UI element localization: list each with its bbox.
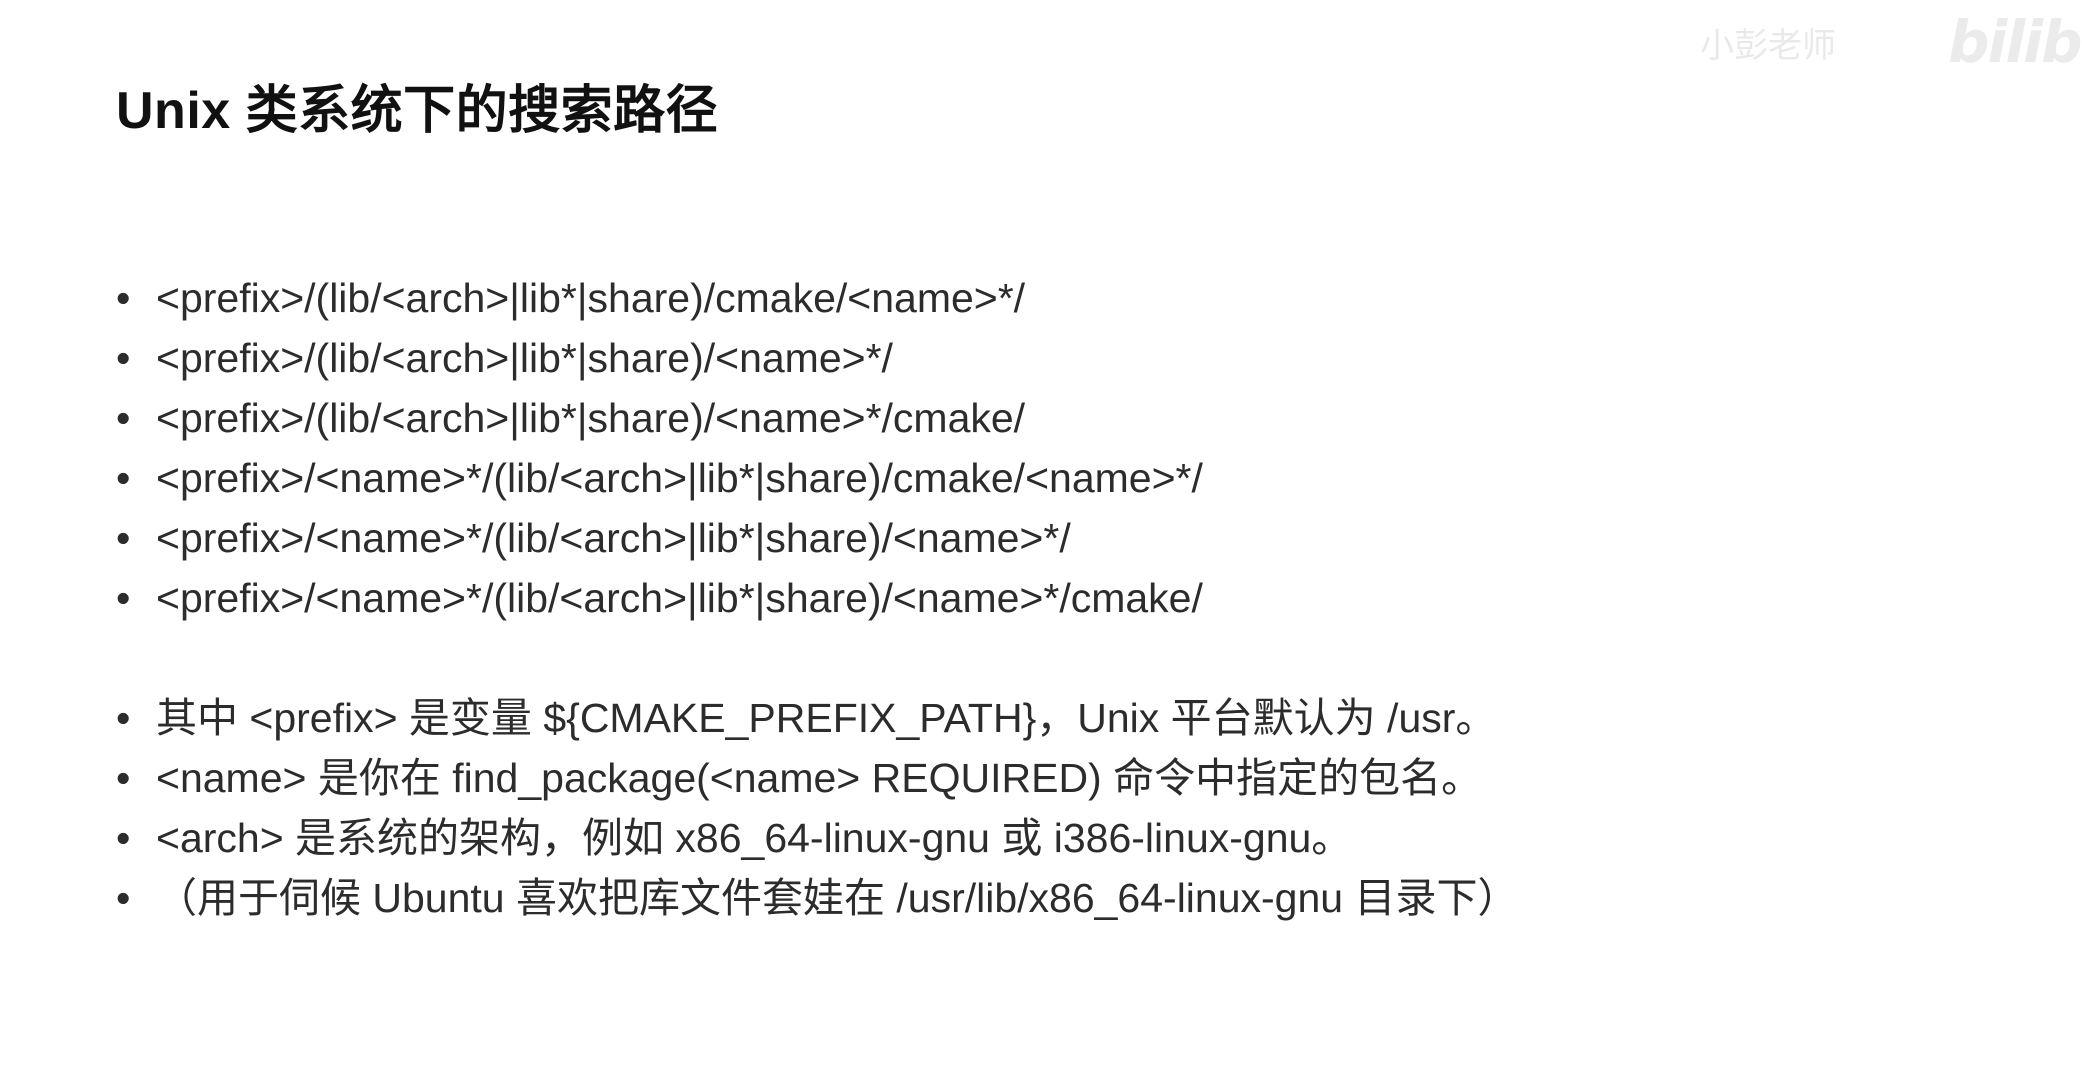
list-item: • <prefix>/<name>*/(lib/<arch>|lib*|share… [116,508,1203,568]
bilibili-logo-icon: bilibili [1948,8,2082,76]
list-item: • <prefix>/<name>*/(lib/<arch>|lib*|share… [116,568,1203,628]
bullet-icon: • [116,575,131,621]
note-text: （用于伺候 Ubuntu 喜欢把库文件套娃在 /usr/lib/x86_64-l… [156,875,1519,921]
notes-list: • 其中 <prefix> 是变量 ${CMAKE_PREFIX_PATH}，Un… [116,688,1518,928]
bullet-icon: • [116,515,131,561]
list-item: • <prefix>/(lib/<arch>|lib*|share)/<name>… [116,328,1203,388]
search-path-text: <prefix>/<name>*/(lib/<arch>|lib*|share)… [156,515,1071,561]
search-path-text: <prefix>/<name>*/(lib/<arch>|lib*|share)… [156,455,1203,501]
bullet-icon: • [116,755,131,801]
bullet-icon: • [116,395,131,441]
search-path-text: <prefix>/(lib/<arch>|lib*|share)/<name>*… [156,335,893,381]
list-item: • 其中 <prefix> 是变量 ${CMAKE_PREFIX_PATH}，Un… [116,688,1518,748]
bullet-icon: • [116,455,131,501]
slide-title: Unix 类系统下的搜索路径 [116,82,719,140]
list-item: • （用于伺候 Ubuntu 喜欢把库文件套娃在 /usr/lib/x86_64-… [116,868,1518,928]
list-item: • <prefix>/(lib/<arch>|lib*|share)/cmake/… [116,268,1203,328]
note-text: <name> 是你在 find_package(<name> REQUIRED)… [156,755,1483,801]
list-item: • <prefix>/<name>*/(lib/<arch>|lib*|share… [116,448,1203,508]
search-path-text: <prefix>/(lib/<arch>|lib*|share)/<name>*… [156,395,1026,441]
bullet-icon: • [116,335,131,381]
watermark-text: 小彭老师 [1700,26,1836,66]
bullet-icon: • [116,695,131,741]
search-path-text: <prefix>/<name>*/(lib/<arch>|lib*|share)… [156,575,1203,621]
bullet-icon: • [116,875,131,921]
search-path-text: <prefix>/(lib/<arch>|lib*|share)/cmake/<… [156,275,1026,321]
bullet-icon: • [116,815,131,861]
note-text: 其中 <prefix> 是变量 ${CMAKE_PREFIX_PATH}，Uni… [156,695,1497,741]
list-item: • <arch> 是系统的架构，例如 x86_64-linux-gnu 或 i38… [116,808,1518,868]
note-text: <arch> 是系统的架构，例如 x86_64-linux-gnu 或 i386… [156,815,1353,861]
watermark: 小彭老师 bilibili [1700,8,2082,76]
bullet-icon: • [116,275,131,321]
search-path-list: • <prefix>/(lib/<arch>|lib*|share)/cmake/… [116,268,1203,628]
list-item: • <prefix>/(lib/<arch>|lib*|share)/<name>… [116,388,1203,448]
list-item: • <name> 是你在 find_package(<name> REQUIRED… [116,748,1518,808]
slide: Unix 类系统下的搜索路径 • <prefix>/(lib/<arch>|lib… [0,0,2082,1073]
